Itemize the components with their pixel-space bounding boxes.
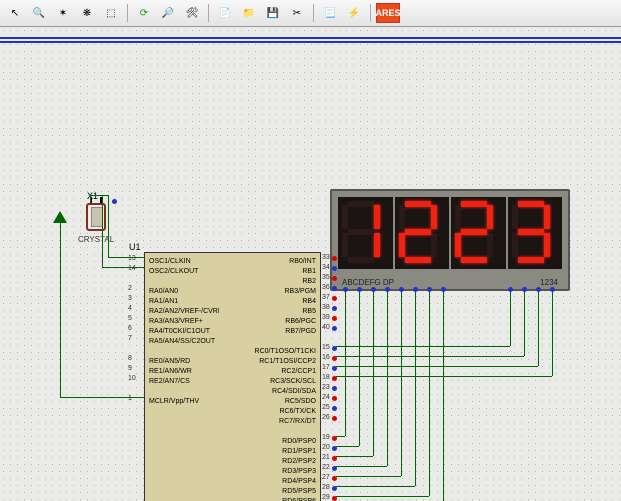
wire bbox=[429, 290, 430, 496]
zoom-out-icon[interactable]: ❋ bbox=[76, 2, 98, 24]
wire bbox=[359, 290, 360, 446]
wire bbox=[345, 290, 346, 436]
wire bbox=[336, 376, 552, 377]
find-icon[interactable]: 🔎 bbox=[157, 2, 179, 24]
refresh-icon[interactable]: ⟳ bbox=[133, 2, 155, 24]
wire bbox=[336, 366, 538, 367]
ic-left-pins: OSC1/CLKINOSC2/CLKOUTRA0/AN0RA1/AN1RA2/A… bbox=[149, 257, 219, 501]
wire bbox=[524, 290, 525, 356]
crystal-component[interactable] bbox=[86, 203, 106, 231]
wire bbox=[108, 195, 109, 257]
toolbar: ↖ 🔍 ✶ ❋ ⬚ ⟳ 🔎 🛠 📄 📁 💾 ✂ 📃 ⚡ ARES bbox=[0, 0, 621, 27]
wire bbox=[387, 290, 388, 466]
ic-right-pins: RB0/INTRB1RB2RB3/PGMRB4RB5RB6/PGCRB7/PGD… bbox=[246, 257, 316, 501]
tools-icon[interactable]: 🛠 bbox=[181, 2, 203, 24]
ic-ref: U1 bbox=[129, 242, 141, 252]
wire bbox=[373, 290, 374, 456]
legend-right: 1234 bbox=[540, 278, 558, 287]
wire bbox=[336, 476, 401, 477]
digit bbox=[451, 197, 508, 269]
wire bbox=[415, 290, 416, 486]
wire bbox=[90, 195, 91, 203]
digit bbox=[508, 197, 563, 269]
zoom-in-icon[interactable]: ✶ bbox=[52, 2, 74, 24]
zoom-icon[interactable]: 🔍 bbox=[28, 2, 50, 24]
digit bbox=[338, 197, 395, 269]
crystal-ref: X1 bbox=[87, 191, 98, 201]
digit bbox=[395, 197, 452, 269]
select-icon[interactable]: ↖ bbox=[4, 2, 26, 24]
page-border bbox=[0, 37, 621, 39]
wire bbox=[510, 290, 511, 346]
display-legend: ABCDEFG DP 1234 bbox=[342, 278, 558, 287]
open-icon[interactable]: 📁 bbox=[238, 2, 260, 24]
wire bbox=[401, 290, 402, 476]
ic-component[interactable]: PIC16F877A OSC1/CLKINOSC2/CLKOUTRA0/AN0R… bbox=[144, 252, 321, 501]
new-icon[interactable]: 📄 bbox=[214, 2, 236, 24]
cut-icon[interactable]: ✂ bbox=[286, 2, 308, 24]
wire bbox=[336, 346, 510, 347]
wire bbox=[336, 496, 429, 497]
wire bbox=[336, 466, 387, 467]
wire bbox=[102, 267, 144, 268]
wire bbox=[443, 290, 444, 501]
legend-left: ABCDEFG DP bbox=[342, 278, 394, 287]
page-border bbox=[0, 41, 621, 43]
wire bbox=[336, 456, 373, 457]
ares-button[interactable]: ARES bbox=[376, 3, 400, 23]
seven-seg-display[interactable]: ABCDEFG DP 1234 bbox=[330, 189, 570, 291]
wire bbox=[336, 446, 359, 447]
wire bbox=[538, 290, 539, 366]
schematic-canvas[interactable]: X1 CRYSTAL U1 PIC16F877A OSC1/CLKINOSC2/… bbox=[0, 27, 621, 501]
wire bbox=[60, 223, 61, 397]
wire bbox=[336, 486, 415, 487]
save-icon[interactable]: 💾 bbox=[262, 2, 284, 24]
junction-dot bbox=[112, 199, 117, 204]
wire bbox=[108, 257, 144, 258]
wire bbox=[102, 195, 103, 267]
doc-icon[interactable]: 📃 bbox=[319, 2, 341, 24]
wire bbox=[336, 436, 345, 437]
zoom-all-icon[interactable]: ⬚ bbox=[100, 2, 122, 24]
wire bbox=[90, 195, 108, 196]
script-icon[interactable]: ⚡ bbox=[343, 2, 365, 24]
wire bbox=[336, 356, 524, 357]
power-arrow-icon bbox=[53, 211, 67, 223]
wire bbox=[552, 290, 553, 376]
